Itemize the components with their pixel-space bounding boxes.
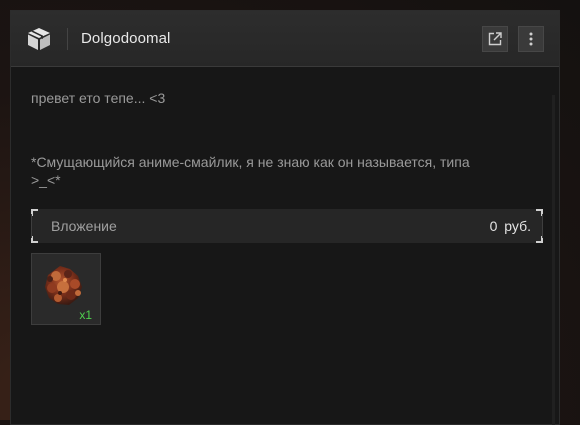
app-background: Dolgodoomal превет ето тепе... <3 *Смуща… — [0, 0, 580, 425]
scrollbar[interactable] — [552, 95, 555, 425]
message-line-2: *Смущающийся аниме-смайлик, я не знаю ка… — [31, 154, 470, 170]
message-body: превет ето тепе... <3 *Смущающийся аниме… — [11, 67, 559, 425]
window-header: Dolgodoomal — [11, 11, 559, 67]
mail-window: Dolgodoomal превет ето тепе... <3 *Смуща… — [10, 10, 560, 425]
open-external-button[interactable] — [482, 26, 508, 52]
header-divider — [67, 28, 68, 50]
attached-item-slot[interactable]: x1 — [31, 253, 101, 325]
more-vertical-icon — [529, 32, 533, 46]
more-options-button[interactable] — [518, 26, 544, 52]
message-line-1: превет ето тепе... <3 — [31, 90, 166, 106]
open-external-icon — [488, 32, 502, 46]
attachment-label: Вложение — [51, 218, 117, 234]
ore-chunk-icon — [45, 266, 82, 305]
sender-name: Dolgodoomal — [81, 30, 171, 47]
attachment-bar: Вложение 0 руб. — [31, 209, 543, 243]
message-line-3: >_<* — [31, 172, 61, 188]
box-icon — [28, 28, 50, 50]
item-quantity: x1 — [79, 308, 92, 322]
attachment-amount: 0 руб. — [489, 218, 531, 234]
